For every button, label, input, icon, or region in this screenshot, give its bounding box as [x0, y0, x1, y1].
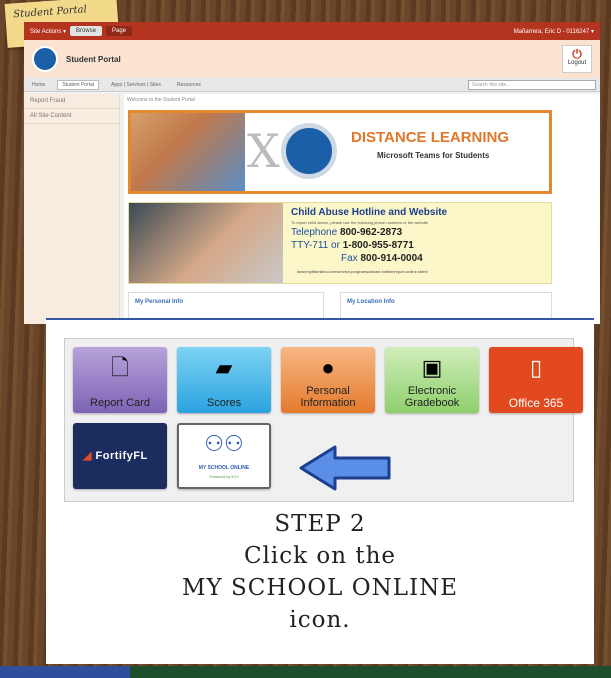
fortifyfl-logo: ◢ FortifyFL — [83, 450, 148, 462]
bottom-strip — [0, 666, 611, 678]
top-bar: Site Actions ▾ Browse Page Mañarrera, Er… — [24, 22, 600, 40]
telephone-number: 800-962-2873 — [339, 227, 403, 238]
tab-page[interactable]: Page — [106, 26, 133, 36]
site-actions-menu[interactable]: Site Actions ▾ — [30, 28, 66, 35]
district-seal-icon — [281, 123, 337, 179]
microsoft-teams-x-logo: X — [247, 124, 280, 178]
left-pane: Report Fraud All Site Content — [24, 94, 120, 324]
tty-label: TTY-711 or — [291, 240, 340, 251]
page-title: Student Portal — [66, 54, 121, 64]
sticky-note-text: Student Portal — [13, 4, 88, 21]
nav-student-portal[interactable]: Student Portal — [57, 79, 100, 90]
scores-tile[interactable]: ▰ Scores — [177, 347, 271, 413]
personal-info-tile[interactable]: ● Personal Information — [281, 347, 375, 413]
left-item-report-fraud[interactable]: Report Fraud — [24, 94, 119, 109]
search-input[interactable]: Search this site... — [468, 79, 596, 90]
hotline-title: Child Abuse Hotline and Website — [291, 207, 448, 218]
step-line-2: Click on the — [243, 543, 397, 569]
step-line-1: STEP 2 — [274, 511, 366, 537]
tty-number: 1-800-955-8771 — [342, 240, 414, 251]
office365-tile[interactable]: ▯ Office 365 — [489, 347, 583, 413]
fortifyfl-tile[interactable]: ◢ FortifyFL — [73, 423, 167, 489]
distance-learning-title: DISTANCE LEARNING — [351, 129, 510, 146]
report-card-label: Report Card — [90, 397, 150, 409]
gradebook-label: Electronic Gradebook — [404, 385, 460, 409]
distance-learning-banner[interactable]: X DISTANCE LEARNING Microsoft Teams for … — [128, 110, 552, 194]
my-school-online-label: MY SCHOOL ONLINE — [198, 465, 250, 471]
step-line-3: MY SCHOOL ONLINE — [181, 575, 458, 601]
portal-screen: Site Actions ▾ Browse Page Mañarrera, Er… — [24, 22, 600, 324]
nav-apps[interactable]: Apps | Services | Sites — [107, 81, 165, 89]
my-school-online-sub: Powered by K12 — [209, 474, 239, 479]
hotline-tty: TTY-711 or 1-800-955-8771 — [291, 240, 414, 251]
hotline-fax: Fax 800-914-0004 — [341, 253, 423, 264]
florida-map-icon: ▰ — [215, 355, 233, 380]
instruction-overlay: 🗋 Report Card ▰ Scores ● Personal Inform… — [46, 318, 594, 664]
logout-icon: ⏻ — [572, 47, 582, 61]
personal-info-label: Personal Information — [300, 385, 356, 409]
user-menu[interactable]: Mañarrera, Eric D - 0116247 ▾ — [514, 28, 594, 35]
person-icon: ● — [321, 355, 335, 380]
portal-header: Student Portal ⏻ Logout — [24, 40, 600, 78]
hotline-url[interactable]: www.myflfamilies.com/service-programs/ab… — [297, 269, 428, 274]
school-logo-icon — [32, 46, 58, 72]
report-card-tile[interactable]: 🗋 Report Card — [73, 347, 167, 413]
hotline-telephone: Telephone 800-962-2873 — [291, 227, 402, 238]
logout-button[interactable]: ⏻ Logout — [562, 45, 592, 73]
fortifyfl-label: FortifyFL — [95, 450, 148, 462]
pointer-arrow-icon — [299, 445, 391, 491]
app-tile-panel: 🗋 Report Card ▰ Scores ● Personal Inform… — [64, 338, 583, 502]
students-group-icon: ⚇⚇ — [204, 431, 244, 456]
nav-bar: Home Student Portal Apps | Services | Si… — [24, 78, 600, 92]
fax-label: Fax — [341, 253, 358, 264]
tab-browse[interactable]: Browse — [70, 26, 103, 36]
bottom-strip-blue — [0, 666, 130, 678]
step-line-4: icon. — [289, 607, 351, 633]
my-school-online-tile[interactable]: ⚇⚇ MY SCHOOL ONLINE Powered by K12 — [177, 423, 271, 489]
hotline-intro: To report child abuse, please use the fo… — [291, 220, 428, 225]
scores-label: Scores — [206, 397, 242, 409]
phone-hands-image — [129, 203, 283, 283]
step-instruction: STEP 2 Click on the MY SCHOOL ONLINE ico… — [46, 508, 594, 636]
left-item-site-content[interactable]: All Site Content — [24, 109, 119, 124]
office-logo-icon: ▯ — [529, 355, 543, 380]
logout-label: Logout — [567, 60, 587, 66]
gradebook-monitor-icon: ▣ — [421, 355, 443, 380]
nav-home[interactable]: Home — [28, 81, 49, 89]
nav-resources[interactable]: Resources — [173, 81, 205, 89]
main-content: Welcome to the Student Portal X DISTANCE… — [124, 94, 600, 324]
distance-learning-subtitle: Microsoft Teams for Students — [377, 151, 490, 160]
fax-number: 800-914-0004 — [360, 253, 423, 264]
student-laptop-image — [131, 113, 245, 191]
welcome-text: Welcome to the Student Portal — [127, 97, 195, 103]
telephone-label: Telephone — [291, 227, 338, 238]
hotline-banner[interactable]: Child Abuse Hotline and Website To repor… — [128, 202, 552, 284]
gradebook-tile[interactable]: ▣ Electronic Gradebook — [385, 347, 479, 413]
office365-label: Office 365 — [508, 396, 564, 410]
report-card-icon: 🗋 — [111, 355, 129, 380]
